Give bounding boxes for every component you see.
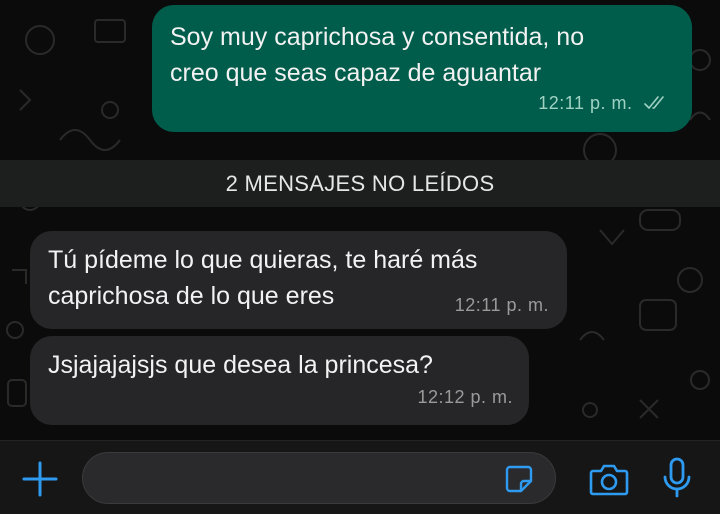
unread-messages-label: 2 MENSAJES NO LEÍDOS: [225, 170, 495, 196]
camera-icon[interactable]: [588, 459, 630, 499]
message-composer-bar: [0, 440, 720, 514]
message-text-line: Tú pídeme lo que quieras, te haré más: [48, 246, 478, 274]
message-time: 12:11 p. m.: [454, 295, 549, 315]
message-time: 12:11 p. m.: [538, 93, 633, 113]
double-check-icon: [644, 87, 670, 123]
message-time: 12:12 p. m.: [417, 387, 513, 407]
message-input[interactable]: [82, 452, 556, 504]
microphone-icon[interactable]: [662, 456, 692, 500]
outgoing-message-bubble[interactable]: Soy muy caprichosa y consentida, no creo…: [152, 5, 692, 132]
message-text-line: Soy muy caprichosa y consentida, no: [170, 23, 585, 51]
message-timestamp: 12:11 p. m.: [538, 85, 670, 123]
plus-icon[interactable]: [20, 459, 60, 499]
unread-messages-banner: 2 MENSAJES NO LEÍDOS: [0, 160, 720, 207]
message-text-line: Jsjajajajsjs que desea la princesa?: [48, 351, 433, 379]
incoming-message-bubble[interactable]: Jsjajajajsjs que desea la princesa? 12:1…: [30, 336, 529, 425]
incoming-message-bubble[interactable]: Tú pídeme lo que quieras, te haré más ca…: [30, 231, 567, 329]
sticker-icon[interactable]: [504, 464, 534, 494]
